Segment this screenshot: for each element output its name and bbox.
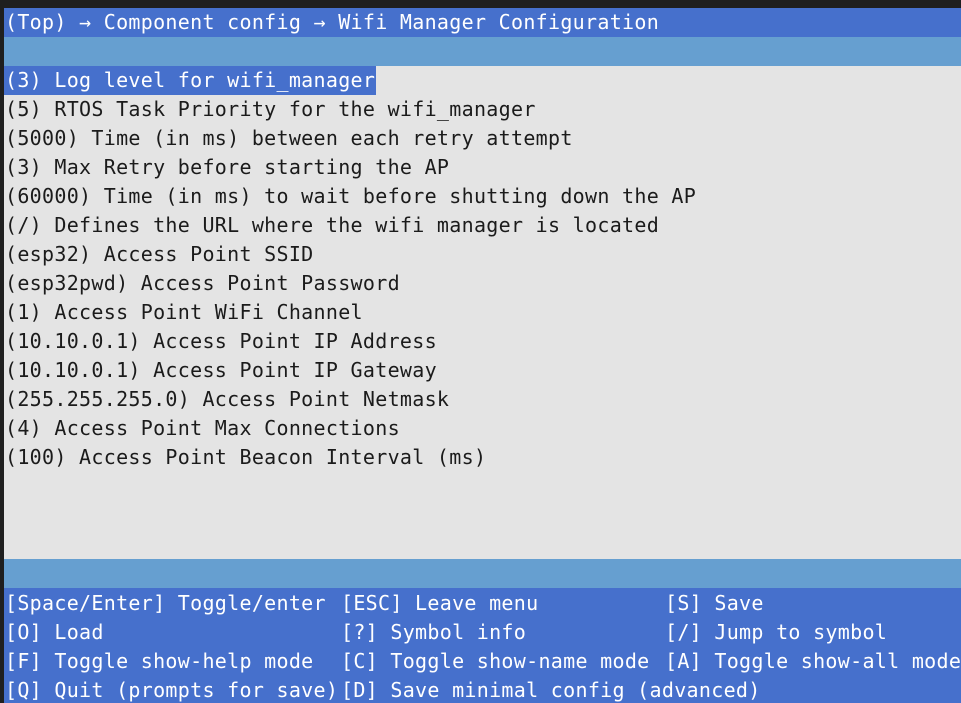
menu-item-ap-ip-gateway[interactable]: (10.10.0.1) Access Point IP Gateway	[4, 356, 438, 385]
help-save: [S] Save	[665, 591, 764, 615]
help-jump: [/] Jump to symbol	[665, 620, 888, 644]
help-bar: [Space/Enter] Toggle/enter [ESC] Leave m…	[4, 588, 961, 703]
bottom-separator-bar	[4, 559, 961, 588]
help-space-enter: [Space/Enter] Toggle/enter	[5, 591, 326, 615]
menu-item-ap-password[interactable]: (esp32pwd) Access Point Password	[4, 269, 401, 298]
title-separator-bar	[4, 37, 961, 66]
menuconfig-screen: (Top) → Component config → Wifi Manager …	[4, 8, 961, 703]
menu-item-retry-time[interactable]: (5000) Time (in ms) between each retry a…	[4, 124, 574, 153]
help-show-name: [C] Toggle show-name mode	[341, 649, 650, 673]
help-symbol-info: [?] Symbol info	[341, 620, 527, 644]
help-load: [O] Load	[5, 620, 104, 644]
menu-item-ap-channel[interactable]: (1) Access Point WiFi Channel	[4, 298, 364, 327]
menu-item-log-level[interactable]: (3) Log level for wifi_manager	[4, 66, 377, 95]
help-show-help: [F] Toggle show-help mode	[5, 649, 314, 673]
menu-item-ap-beacon-interval[interactable]: (100) Access Point Beacon Interval (ms)	[4, 443, 487, 472]
help-show-all: [A] Toggle show-all mode	[665, 649, 961, 673]
menu-item-ap-shutdown-time[interactable]: (60000) Time (in ms) to wait before shut…	[4, 182, 697, 211]
title-bar: (Top) → Component config → Wifi Manager …	[4, 8, 961, 37]
menu-item-ap-netmask[interactable]: (255.255.255.0) Access Point Netmask	[4, 385, 450, 414]
menu-item-url[interactable]: (/) Defines the URL where the wifi manag…	[4, 211, 660, 240]
help-esc: [ESC] Leave menu	[341, 591, 539, 615]
menu-item-ap-max-connections[interactable]: (4) Access Point Max Connections	[4, 414, 401, 443]
breadcrumb: (Top) → Component config → Wifi Manager …	[5, 10, 660, 34]
menu-list: (3) Log level for wifi_manager (5) RTOS …	[4, 66, 961, 559]
menu-item-task-priority[interactable]: (5) RTOS Task Priority for the wifi_mana…	[4, 95, 537, 124]
menu-item-max-retry[interactable]: (3) Max Retry before starting the AP	[4, 153, 450, 182]
menu-item-ap-ssid[interactable]: (esp32) Access Point SSID	[4, 240, 315, 269]
help-save-minimal: [D] Save minimal config (advanced)	[341, 678, 761, 702]
help-quit: [Q] Quit (prompts for save)	[5, 678, 339, 702]
menu-item-ap-ip-address[interactable]: (10.10.0.1) Access Point IP Address	[4, 327, 438, 356]
